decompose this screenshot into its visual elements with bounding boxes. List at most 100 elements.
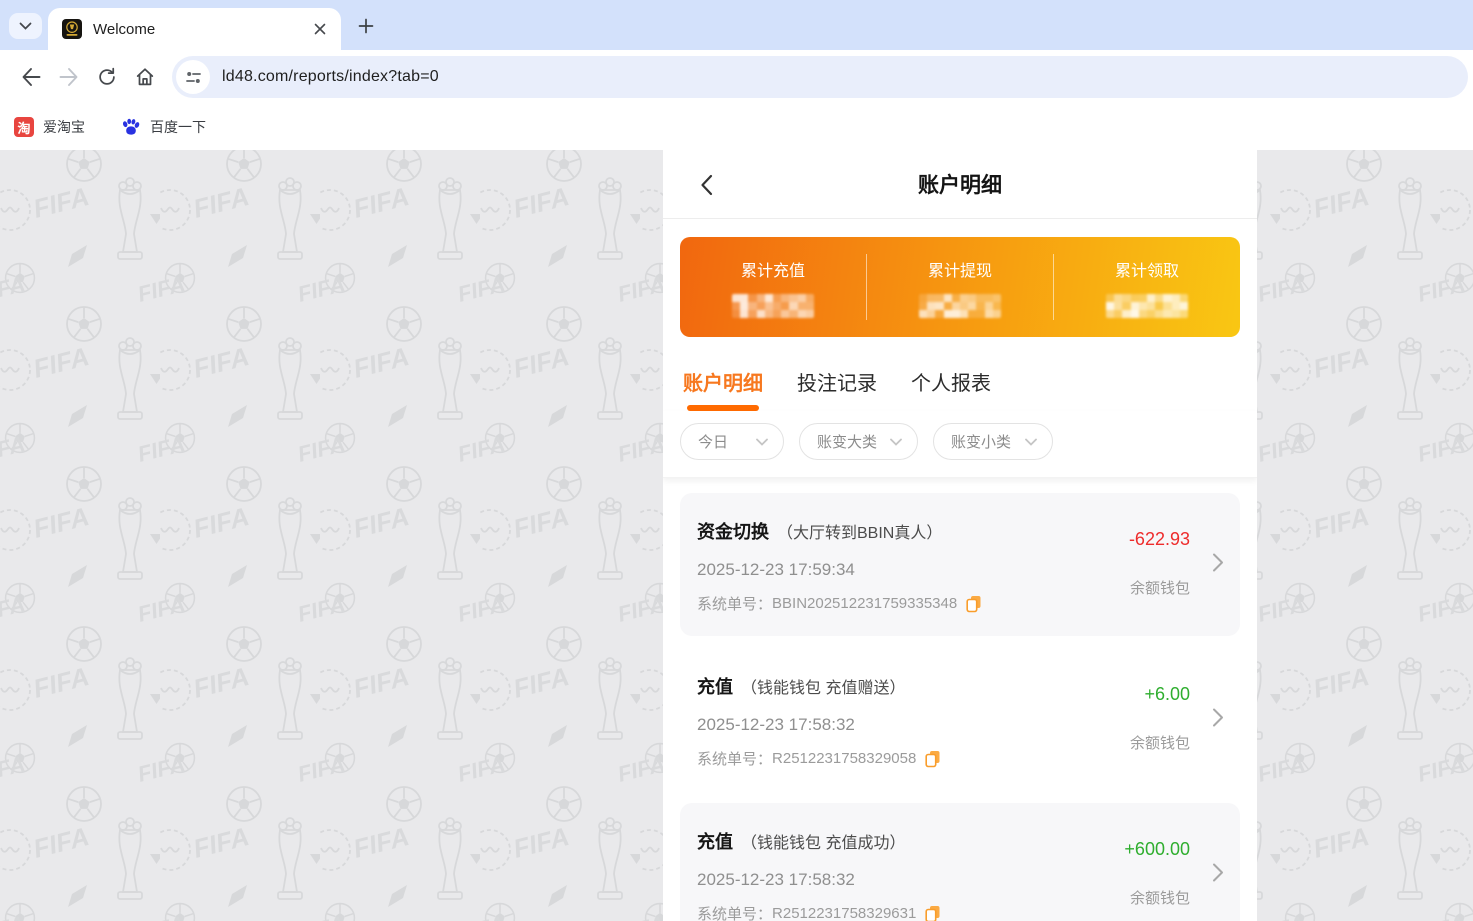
tab-account-detail[interactable]: 账户明细 xyxy=(683,367,763,411)
transaction-row[interactable]: 充值 （钱能钱包 充值赠送） 2025-12-23 17:58:32 系统单号：… xyxy=(680,648,1240,791)
censored-pixel xyxy=(1139,310,1147,318)
censored-pixel xyxy=(927,294,935,302)
new-tab-button[interactable] xyxy=(353,13,379,39)
transaction-subtitle: （钱能钱包 充值赠送） xyxy=(741,674,905,698)
order-label: 系统单号： xyxy=(697,748,772,769)
censored-pixel xyxy=(789,294,797,302)
censored-pixel xyxy=(968,294,976,302)
taobao-icon: 淘 xyxy=(14,117,34,137)
filter-label: 今日 xyxy=(698,431,728,452)
copy-icon[interactable] xyxy=(925,750,941,768)
bookmark-taobao[interactable]: 淘 爱淘宝 xyxy=(14,117,85,137)
transaction-row[interactable]: 充值 （钱能钱包 充值成功） 2025-12-23 17:58:32 系统单号：… xyxy=(680,803,1240,921)
censored-pixel xyxy=(1163,310,1171,318)
censored-pixel xyxy=(773,294,781,302)
filter-date-dropdown[interactable]: 今日 xyxy=(680,423,784,460)
censored-pixel xyxy=(1147,294,1155,302)
chevron-right-icon[interactable] xyxy=(1212,862,1224,887)
censored-pixel xyxy=(1180,294,1188,302)
censored-pixel xyxy=(732,310,740,318)
browser-window: Welcome xyxy=(0,0,1473,921)
hidden-value-withdraw xyxy=(919,294,1001,318)
summary-claim: 累计领取 xyxy=(1054,237,1240,337)
chevron-down-icon xyxy=(756,438,768,446)
back-icon[interactable] xyxy=(693,172,719,198)
transaction-list: 资金切换 （大厅转到BBIN真人） 2025-12-23 17:59:34 系统… xyxy=(663,478,1257,921)
transaction-row[interactable]: 资金切换 （大厅转到BBIN真人） 2025-12-23 17:59:34 系统… xyxy=(680,493,1240,636)
censored-pixel xyxy=(773,310,781,318)
censored-pixel xyxy=(781,302,789,310)
baidu-icon xyxy=(121,117,141,137)
censored-pixel xyxy=(1172,302,1180,310)
censored-pixel xyxy=(757,294,765,302)
tab-personal-report[interactable]: 个人报表 xyxy=(911,367,991,411)
censored-pixel xyxy=(935,294,943,302)
transaction-amount: -622.93 xyxy=(1129,529,1190,550)
transaction-title: 充值 xyxy=(697,828,733,854)
forward-button[interactable] xyxy=(50,58,88,96)
chevron-right-icon[interactable] xyxy=(1212,552,1224,577)
account-detail-panel: 账户明细 累计充值 累计提现 累计领取 账户明细 投注记录 个人报表 xyxy=(663,150,1257,921)
censored-pixel xyxy=(985,294,993,302)
bookmark-baidu[interactable]: 百度一下 xyxy=(121,117,206,137)
site-info-button[interactable] xyxy=(176,60,210,94)
censored-pixel xyxy=(748,294,756,302)
copy-icon[interactable] xyxy=(966,595,982,613)
censored-pixel xyxy=(732,302,740,310)
censored-pixel xyxy=(993,302,1001,310)
address-bar[interactable]: ld48.com/reports/index?tab=0 xyxy=(172,56,1468,98)
censored-pixel xyxy=(806,302,814,310)
wallet-label: 余额钱包 xyxy=(1130,732,1190,753)
tab-bet-records[interactable]: 投注记录 xyxy=(797,367,877,411)
home-button[interactable] xyxy=(126,58,164,96)
censored-pixel xyxy=(968,310,976,318)
chevron-down-icon xyxy=(19,22,32,30)
tab-search-button[interactable] xyxy=(9,13,42,39)
censored-pixel xyxy=(976,302,984,310)
censored-pixel xyxy=(935,302,943,310)
copy-icon[interactable] xyxy=(925,905,941,921)
censored-pixel xyxy=(1155,302,1163,310)
filter-minor-type-dropdown[interactable]: 账变小类 xyxy=(933,423,1053,460)
reload-button[interactable] xyxy=(88,58,126,96)
chevron-right-icon[interactable] xyxy=(1212,707,1224,732)
filter-major-type-dropdown[interactable]: 账变大类 xyxy=(799,423,918,460)
censored-pixel xyxy=(1114,310,1122,318)
censored-pixel xyxy=(927,302,935,310)
hidden-value-recharge xyxy=(732,294,814,318)
censored-pixel xyxy=(1106,310,1114,318)
transaction-amount: +6.00 xyxy=(1144,684,1190,705)
back-button[interactable] xyxy=(12,58,50,96)
transaction-title: 资金切换 xyxy=(697,518,769,544)
censored-pixel xyxy=(806,310,814,318)
summary-label: 累计领取 xyxy=(1115,257,1179,281)
censored-pixel xyxy=(1131,302,1139,310)
bookmark-label: 百度一下 xyxy=(150,117,206,137)
censored-pixel xyxy=(985,310,993,318)
url-text[interactable]: ld48.com/reports/index?tab=0 xyxy=(222,68,439,86)
home-icon xyxy=(134,66,156,88)
censored-pixel xyxy=(1114,294,1122,302)
close-tab-icon[interactable] xyxy=(309,18,331,40)
censored-pixel xyxy=(789,302,797,310)
page-title: 账户明细 xyxy=(918,169,1002,199)
censored-pixel xyxy=(1180,310,1188,318)
censored-pixel xyxy=(740,294,748,302)
transaction-subtitle: （大厅转到BBIN真人） xyxy=(777,519,942,543)
summary-withdraw: 累计提现 xyxy=(867,237,1053,337)
censored-pixel xyxy=(985,302,993,310)
tune-icon xyxy=(185,69,202,86)
report-tabs: 账户明细 投注记录 个人报表 xyxy=(663,337,1257,411)
censored-pixel xyxy=(1122,294,1130,302)
bookmark-label: 爱淘宝 xyxy=(43,117,85,137)
censored-pixel xyxy=(1163,294,1171,302)
tab-title: Welcome xyxy=(93,21,309,38)
censored-pixel xyxy=(1180,302,1188,310)
censored-pixel xyxy=(1139,302,1147,310)
censored-pixel xyxy=(1106,294,1114,302)
browser-tab[interactable]: Welcome xyxy=(48,8,341,50)
censored-pixel xyxy=(1155,294,1163,302)
tab-strip: Welcome xyxy=(0,0,1473,50)
order-label: 系统单号： xyxy=(697,903,772,921)
censored-pixel xyxy=(1122,310,1130,318)
